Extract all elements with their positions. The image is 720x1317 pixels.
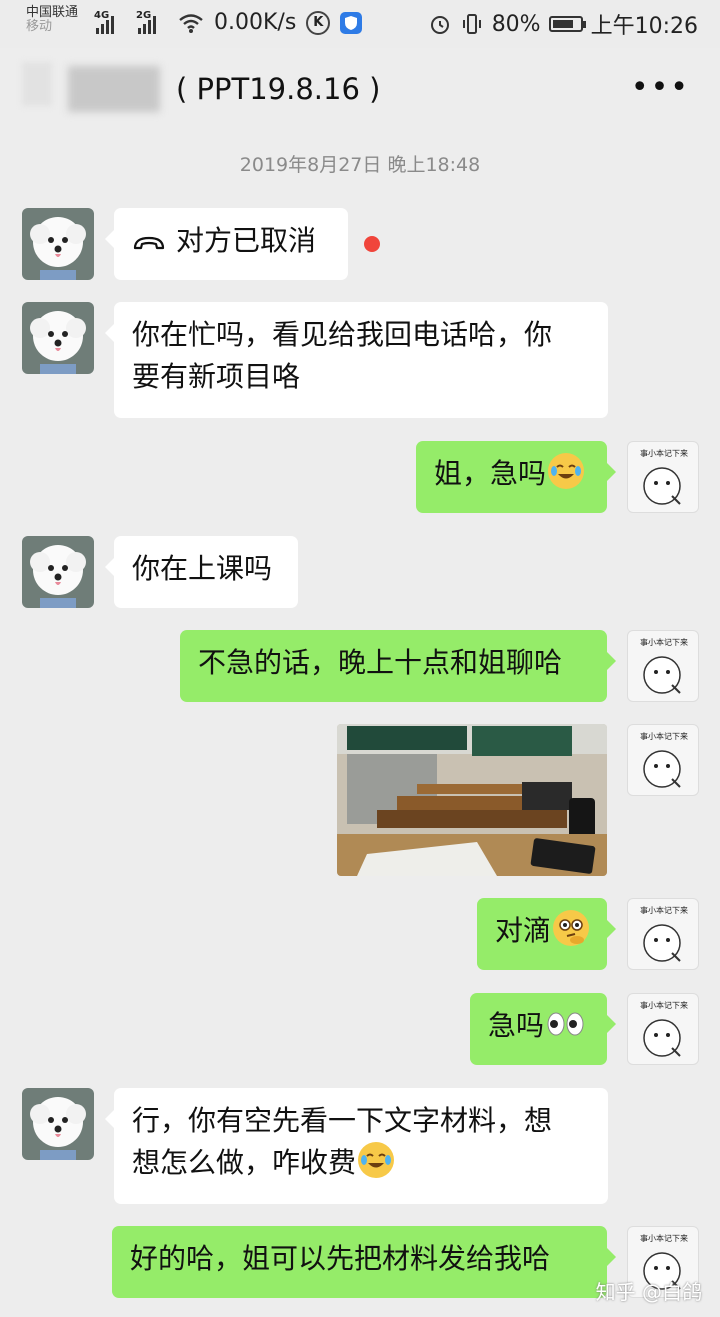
message-bubble[interactable]: 对滴 bbox=[477, 898, 616, 970]
message-text-line: 想怎么做，咋收费 bbox=[132, 1146, 357, 1179]
shield-app-icon bbox=[340, 11, 363, 34]
message-text-line: 行，你有空先看一下文字材料，想 bbox=[132, 1104, 553, 1137]
alarm-icon bbox=[430, 16, 449, 34]
contact-name-blurred bbox=[68, 66, 160, 112]
message-text: 好的哈，姐可以先把材料发给我哈 bbox=[130, 1242, 551, 1275]
unread-dot bbox=[364, 236, 380, 252]
contact-avatar[interactable] bbox=[22, 536, 94, 608]
svg-text:事小本记下来: 事小本记下来 bbox=[640, 637, 688, 647]
eyes-emoji-icon bbox=[546, 1009, 586, 1051]
my-avatar[interactable]: 事小本记下来 bbox=[627, 724, 699, 796]
back-button[interactable] bbox=[22, 62, 52, 106]
contact-avatar[interactable] bbox=[22, 1088, 94, 1160]
carrier-sub: 移动 bbox=[26, 19, 53, 34]
svg-text:事小本记下来: 事小本记下来 bbox=[640, 1233, 688, 1243]
message-bubble[interactable]: 不急的话，晚上十点和姐聊哈 bbox=[180, 630, 616, 702]
message-bubble[interactable]: 行，你有空先看一下文字材料，想 想怎么做，咋收费 bbox=[105, 1088, 608, 1204]
k-app-icon: K bbox=[306, 10, 331, 35]
battery-percent: 80% bbox=[491, 11, 541, 37]
battery-fill bbox=[552, 20, 574, 28]
message-text: 不急的话，晚上十点和姐聊哈 bbox=[198, 646, 563, 679]
phone-hangup-icon bbox=[132, 222, 166, 264]
contact-avatar[interactable] bbox=[22, 208, 94, 280]
message-bubble[interactable]: 急吗 bbox=[470, 993, 616, 1065]
message-bubble[interactable]: 你在忙吗，看见给我回电话哈，你 要有新项目咯 bbox=[105, 302, 608, 418]
wifi-icon bbox=[179, 13, 203, 33]
message-text-line: 要有新项目咯 bbox=[132, 360, 301, 393]
message-text: 急吗 bbox=[488, 1009, 545, 1042]
svg-text:事小本记下来: 事小本记下来 bbox=[640, 905, 688, 915]
thinking-emoji-icon bbox=[553, 910, 590, 946]
vibrate-icon bbox=[462, 14, 481, 34]
message-bubble[interactable]: 姐，急吗 bbox=[416, 441, 616, 513]
message-bubble[interactable]: 你在上课吗 bbox=[105, 536, 298, 608]
clock: 上午10:26 bbox=[590, 14, 698, 39]
avatar-caption: 事小本记下来 bbox=[640, 448, 688, 458]
battery-icon bbox=[548, 16, 586, 32]
contact-avatar[interactable] bbox=[22, 302, 94, 374]
network-label-1: 4G bbox=[94, 9, 110, 21]
svg-text:事小本记下来: 事小本记下来 bbox=[640, 731, 688, 741]
message-text: 对方已取消 bbox=[176, 224, 317, 257]
message-text-line: 你在忙吗，看见给我回电话哈，你 bbox=[132, 318, 553, 351]
my-avatar[interactable]: 事小本记下来 bbox=[627, 630, 699, 702]
more-options-button[interactable]: ••• bbox=[631, 70, 690, 105]
signal-4g-icon: 4G bbox=[94, 9, 114, 34]
network-speed: 0.00K/s bbox=[214, 10, 297, 35]
message-bubble[interactable]: 好的哈，姐可以先把材料发给我哈 bbox=[112, 1226, 616, 1298]
my-avatar[interactable]: 事小本记下来 bbox=[627, 993, 699, 1065]
my-avatar[interactable]: 事小本记下来 bbox=[627, 441, 699, 513]
tears-of-joy-emoji-icon bbox=[358, 1142, 395, 1178]
my-avatar[interactable]: 事小本记下来 bbox=[627, 898, 699, 970]
carrier-name: 中国联通 bbox=[26, 5, 79, 20]
chat-title: ( PPT19.8.16 ) bbox=[176, 72, 381, 106]
message-text: 姐，急吗 bbox=[434, 457, 547, 490]
watermark: 知乎 @白鸽 bbox=[595, 1280, 702, 1304]
network-label-2: 2G bbox=[136, 9, 152, 21]
message-text: 你在上课吗 bbox=[132, 552, 273, 585]
status-bar: 中国联通 移动 4G 2G 0.00K/s K 80% 上午10:26 bbox=[0, 0, 720, 48]
message-text: 对滴 bbox=[495, 914, 552, 947]
tears-of-joy-emoji-icon bbox=[548, 453, 585, 489]
photo-message[interactable] bbox=[337, 724, 607, 876]
carrier-label: 中国联通 移动 bbox=[26, 6, 96, 34]
signal-2g-icon: 2G bbox=[136, 9, 156, 34]
svg-text:事小本记下来: 事小本记下来 bbox=[640, 1000, 688, 1010]
call-cancelled-bubble[interactable]: 对方已取消 bbox=[105, 208, 348, 280]
message-timestamp: 2019年8月27日 晚上18:48 bbox=[239, 154, 481, 176]
